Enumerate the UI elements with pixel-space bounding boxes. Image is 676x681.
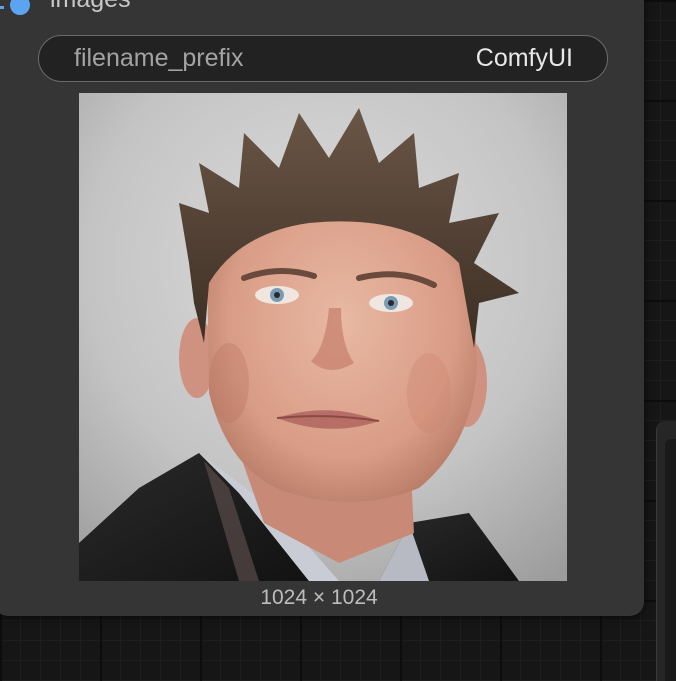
portrait-photo (79, 93, 567, 581)
filename-prefix-widget[interactable]: filename_prefix ComfyUI (38, 35, 608, 82)
save-image-node[interactable]: images filename_prefix ComfyUI (0, 0, 644, 616)
input-slot-label: images (50, 0, 131, 12)
image-preview[interactable] (79, 93, 567, 581)
image-dimensions: 1024 × 1024 (260, 586, 378, 609)
widget-value[interactable]: ComfyUI (476, 44, 573, 73)
link-wire (0, 6, 4, 9)
adjacent-node-panel (656, 421, 676, 681)
input-slot-dot[interactable] (10, 0, 30, 15)
adjacent-node-body (665, 439, 676, 681)
widget-label: filename_prefix (74, 44, 244, 72)
